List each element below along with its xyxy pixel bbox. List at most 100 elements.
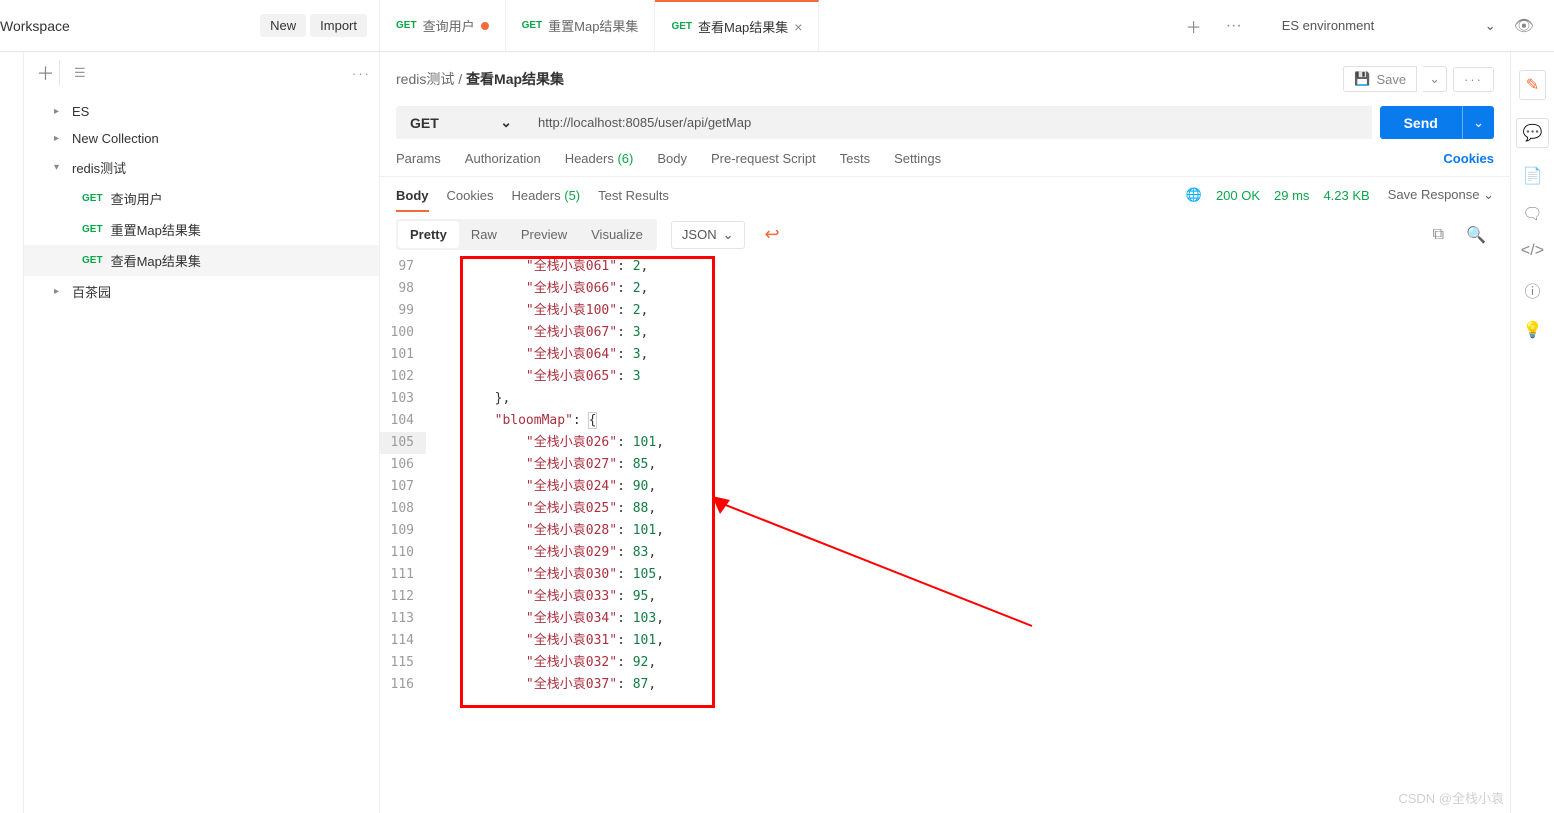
tips-icon[interactable]: 💡 xyxy=(1523,320,1543,340)
code-line: 115 "全栈小袁032": 92, xyxy=(380,652,1510,674)
request-tab[interactable]: GET 查看Map结果集 × xyxy=(655,0,819,51)
view-raw[interactable]: Raw xyxy=(459,221,509,248)
method-label: GET xyxy=(671,21,692,32)
response-size: 4.23 KB xyxy=(1323,188,1369,203)
tab-tests[interactable]: Tests xyxy=(840,151,870,166)
import-button[interactable]: Import xyxy=(310,14,367,37)
format-selector[interactable]: JSON ⌄ xyxy=(671,221,745,249)
request-tab[interactable]: GET 重置Map结果集 xyxy=(506,0,656,51)
network-icon[interactable]: 🌐 xyxy=(1186,187,1202,203)
breadcrumb-folder[interactable]: redis测试 xyxy=(396,71,454,87)
sidebar-new-button[interactable]: ＋ xyxy=(32,60,60,86)
tab-headers[interactable]: Headers (6) xyxy=(565,151,634,166)
docs-icon[interactable]: ✎ xyxy=(1519,70,1546,100)
chevron-right-icon: ▸ xyxy=(54,106,64,117)
code-snippet-icon[interactable]: </> xyxy=(1521,242,1544,260)
documentation-icon[interactable]: 📄 xyxy=(1523,166,1543,186)
response-tabs: Body Cookies Headers (5) Test Results 🌐 … xyxy=(380,176,1510,213)
save-response-button[interactable]: Save Response ⌄ xyxy=(1388,187,1494,203)
code-line: 101 "全栈小袁064": 3, xyxy=(380,344,1510,366)
method-value: GET xyxy=(410,115,439,131)
sidebar-request[interactable]: GET查询用户 xyxy=(24,183,379,214)
sidebar-collection[interactable]: ▸百茶园 xyxy=(24,276,379,307)
comment-icon[interactable]: 🗨 xyxy=(1522,204,1542,224)
sidebar-request[interactable]: GET 查看Map结果集 xyxy=(24,245,379,276)
collection-name: ES xyxy=(72,104,89,119)
method-label: GET xyxy=(82,255,103,266)
sidebar-request[interactable]: GET重置Map结果集 xyxy=(24,214,379,245)
workspace-title: Workspace xyxy=(0,18,70,34)
url-input[interactable]: http://localhost:8085/user/api/getMap xyxy=(526,106,1372,139)
sidebar-collection[interactable]: ▸ ES xyxy=(24,98,379,125)
response-body: 97 "全栈小袁061": 2,98 "全栈小袁066": 2,99 "全栈小袁… xyxy=(380,256,1510,813)
sidebar-options[interactable]: ··· xyxy=(341,66,371,81)
view-pretty[interactable]: Pretty xyxy=(398,221,459,248)
chevron-down-icon: ⌄ xyxy=(500,114,512,131)
chevron-right-icon: ▸ xyxy=(54,286,64,297)
code-line: 99 "全栈小袁100": 2, xyxy=(380,300,1510,322)
sidebar-rail xyxy=(0,52,24,813)
sidebar-collection[interactable]: ▾redis测试 xyxy=(24,152,379,183)
tab-title: 重置Map结果集 xyxy=(548,16,638,35)
method-selector[interactable]: GET ⌄ xyxy=(396,106,526,139)
chevron-down-icon: ⌄ xyxy=(723,227,734,243)
send-dropdown[interactable]: ⌄ xyxy=(1462,106,1494,139)
workspace-header: Workspace New Import xyxy=(0,0,380,51)
close-icon[interactable]: × xyxy=(794,19,802,35)
view-preview[interactable]: Preview xyxy=(509,221,579,248)
cookies-link[interactable]: Cookies xyxy=(1443,151,1494,166)
tab-settings[interactable]: Settings xyxy=(894,151,941,166)
code-line: 110 "全栈小袁029": 83, xyxy=(380,542,1510,564)
tab-body[interactable]: Body xyxy=(657,151,687,166)
code-line: 109 "全栈小袁028": 101, xyxy=(380,520,1510,542)
info-icon[interactable]: ⓘ xyxy=(1524,278,1540,302)
search-icon[interactable]: 🔍 xyxy=(1458,221,1494,249)
response-status: 200 OK xyxy=(1216,188,1260,203)
code-line: 114 "全栈小袁031": 101, xyxy=(380,630,1510,652)
new-tab-button[interactable]: ＋ xyxy=(1174,0,1214,51)
collection-name: New Collection xyxy=(72,131,159,146)
request-tabs: GET查询用户 GET 重置Map结果集 GET 查看Map结果集 × xyxy=(380,0,1174,51)
tab-params[interactable]: Params xyxy=(396,151,441,166)
breadcrumb: redis测试 / 查看Map结果集 xyxy=(396,69,564,89)
request-tab[interactable]: GET查询用户 xyxy=(380,0,506,51)
chevron-right-icon: ▸ xyxy=(54,133,64,144)
request-name: 查看Map结果集 xyxy=(111,251,201,270)
method-label: GET xyxy=(82,224,103,235)
code-line: 100 "全栈小袁067": 3, xyxy=(380,322,1510,344)
request-config-tabs: Params Authorization Headers (6) Body Pr… xyxy=(380,151,1510,176)
view-visualize[interactable]: Visualize xyxy=(579,221,655,248)
tab-title: 查看Map结果集 xyxy=(698,17,788,36)
code-line: 103 }, xyxy=(380,388,1510,410)
tab-authorization[interactable]: Authorization xyxy=(465,151,541,166)
sidebar-collection[interactable]: ▸ New Collection xyxy=(24,125,379,152)
code-line: 97 "全栈小袁061": 2, xyxy=(380,256,1510,278)
line-wrap-toggle[interactable]: ↩ xyxy=(759,222,786,247)
method-label: GET xyxy=(522,20,543,31)
environment-name: ES environment xyxy=(1282,18,1375,33)
main: redis测试 / 查看Map结果集 💾 Save ⌄ ··· GET ⌄ ht… xyxy=(380,52,1510,813)
environment-quicklook-icon[interactable]: 👁 xyxy=(1514,16,1534,36)
breadcrumb-current: 查看Map结果集 xyxy=(466,71,564,87)
code-line: 112 "全栈小袁033": 95, xyxy=(380,586,1510,608)
tabs-options[interactable]: ··· xyxy=(1214,0,1254,51)
response-tab-testresults[interactable]: Test Results xyxy=(598,188,669,203)
chevron-down-icon: ▾ xyxy=(54,162,64,173)
tab-prerequest[interactable]: Pre-request Script xyxy=(711,151,816,166)
environment-selector[interactable]: ES environment ⌄ xyxy=(1274,14,1504,38)
response-tab-body[interactable]: Body xyxy=(396,188,429,212)
send-button[interactable]: Send xyxy=(1380,106,1462,139)
right-rail: ✎ 💬 📄 🗨 </> ⓘ 💡 xyxy=(1510,52,1554,813)
url-value: http://localhost:8085/user/api/getMap xyxy=(538,115,751,130)
sidebar-filter[interactable]: ☰ xyxy=(66,60,335,86)
save-button[interactable]: 💾 Save xyxy=(1343,66,1417,92)
code-line: 106 "全栈小袁027": 85, xyxy=(380,454,1510,476)
comments-icon[interactable]: 💬 xyxy=(1516,118,1550,148)
code-line: 111 "全栈小袁030": 105, xyxy=(380,564,1510,586)
response-tab-headers[interactable]: Headers (5) xyxy=(511,188,580,203)
response-tab-cookies[interactable]: Cookies xyxy=(447,188,494,203)
request-options[interactable]: ··· xyxy=(1453,67,1494,92)
copy-icon[interactable]: ⧉ xyxy=(1425,222,1452,248)
new-button[interactable]: New xyxy=(260,14,306,37)
save-dropdown[interactable]: ⌄ xyxy=(1423,66,1447,92)
